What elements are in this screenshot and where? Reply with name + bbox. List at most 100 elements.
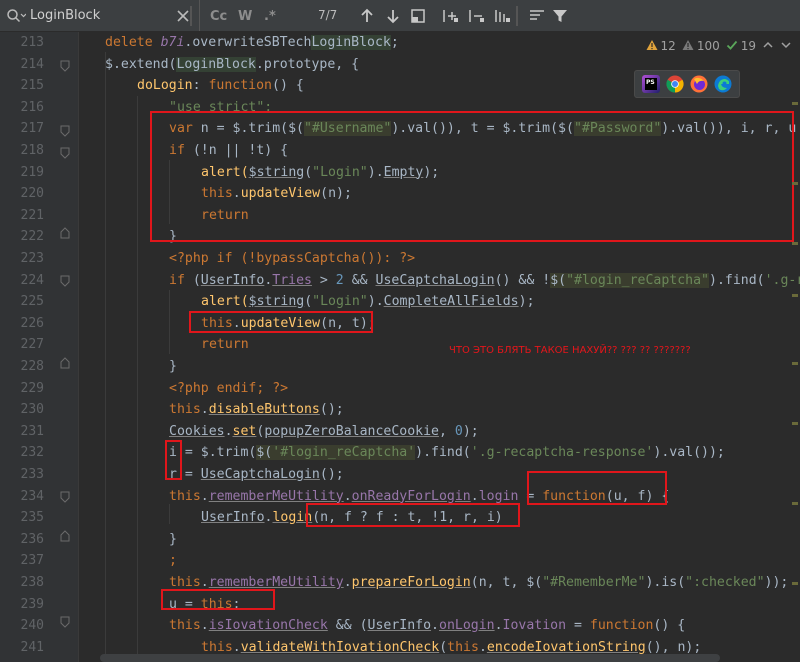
code-token: );	[462, 423, 479, 439]
fold-marker-icon[interactable]	[60, 530, 70, 542]
code-token: "use strict";	[169, 99, 273, 115]
stripe-mark[interactable]	[792, 582, 798, 585]
remove-occurrence-icon[interactable]	[468, 4, 486, 28]
code-token: alert(	[201, 164, 249, 180]
code-token: (), n);	[645, 639, 702, 655]
stripe-mark[interactable]	[792, 422, 798, 425]
fold-marker-icon[interactable]	[60, 275, 70, 287]
code-line-232: i = $.trim($('#login_reCaptcha').find('.…	[169, 442, 725, 464]
typos-indicator[interactable]: 19	[726, 39, 756, 54]
line-number: 228	[20, 359, 44, 374]
add-occurrence-icon[interactable]	[442, 4, 460, 28]
code-token: b7i	[160, 35, 185, 50]
code-token: $string	[248, 294, 305, 310]
code-line-223: <?php if (!bypassCaptcha()): ?>	[169, 248, 415, 270]
code-token: this	[169, 488, 201, 504]
stripe-mark[interactable]	[792, 502, 798, 505]
firefox-icon[interactable]	[690, 75, 708, 93]
code-token: .	[200, 618, 209, 634]
code-token: .	[200, 402, 209, 418]
line-number: 241	[20, 639, 44, 655]
code-line-214: $.extend(LoginBlock.prototype, {	[105, 54, 359, 76]
code-token: this	[201, 315, 233, 331]
code-line-226: this.updateView(n, t);	[201, 313, 376, 335]
code-token: function	[589, 618, 654, 634]
horizontal-scrollbar[interactable]	[100, 654, 720, 662]
fold-marker-icon[interactable]	[60, 616, 70, 628]
filter-settings-icon[interactable]	[528, 4, 546, 28]
next-occurrence-icon[interactable]	[386, 4, 400, 28]
previous-occurrence-icon[interactable]	[360, 4, 374, 28]
code-line-222: }	[169, 226, 177, 248]
code-line-227: return	[201, 334, 249, 356]
code-token: $string	[248, 164, 305, 180]
warnings-indicator[interactable]: 12	[646, 39, 676, 54]
stripe-mark[interactable]	[792, 362, 798, 365]
code-token: $.extend(	[105, 56, 177, 72]
regex-toggle[interactable]: .*	[264, 4, 276, 28]
line-number: 218	[20, 143, 44, 158]
stripe-mark[interactable]	[792, 102, 798, 105]
search-input[interactable]: LoginBlock	[30, 8, 100, 23]
code-token: this	[169, 402, 201, 418]
line-number: 217	[20, 121, 44, 137]
code-token: disableButtons	[208, 402, 320, 418]
fold-marker-icon[interactable]	[60, 491, 70, 503]
code-token: .overwriteSBTech	[184, 35, 312, 50]
line-number: 220	[20, 186, 44, 202]
weak-warnings-count: 100	[696, 39, 720, 53]
code-line-237: ;	[169, 550, 177, 572]
stripe-mark[interactable]	[792, 182, 798, 185]
code-line-239: u = this;	[169, 594, 240, 616]
code-line-220: this.updateView(n);	[201, 183, 352, 205]
code-token: .	[200, 488, 209, 504]
find-bar: LoginBlock Cc W .* 7/7	[0, 0, 800, 32]
stripe-mark[interactable]	[792, 242, 798, 245]
code-token: rememberMeUtility	[208, 488, 344, 504]
edge-icon[interactable]	[714, 75, 732, 93]
phpstorm-icon[interactable]: PS	[642, 75, 660, 93]
code-token: function	[208, 78, 272, 94]
annotation-text: ЧТО ЭТО БЛЯТЬ ТАКОЕ НАХУЙ?? ??? ?? ?????…	[449, 345, 691, 356]
fold-marker-icon[interactable]	[60, 147, 70, 159]
line-number: 222	[20, 229, 44, 245]
match-case-toggle[interactable]: Cc	[210, 4, 227, 28]
code-token: (n, f ? f : t, !1, r, i)	[312, 510, 503, 526]
code-line-235: UserInfo.login(n, f ? f : t, !1, r, i)	[201, 507, 503, 529]
code-token: =	[518, 488, 543, 504]
inspections-widget[interactable]: 12 100 19	[645, 36, 792, 56]
chevron-up-icon[interactable]	[762, 39, 774, 54]
code-editor[interactable]: delete b7i.overwriteSBTechLoginBlock; $.…	[79, 32, 800, 662]
open-in-window-icon[interactable]	[410, 4, 426, 28]
fold-marker-icon[interactable]	[60, 357, 70, 369]
code-token: .	[200, 575, 209, 590]
code-token: ;	[390, 35, 399, 50]
clear-search-icon[interactable]	[176, 4, 190, 28]
select-all-occurrences-icon[interactable]	[494, 4, 512, 28]
words-toggle[interactable]: W	[238, 4, 252, 28]
code-token: .	[431, 618, 439, 634]
code-token: var	[169, 121, 201, 137]
filter-icon[interactable]	[552, 4, 568, 28]
code-token: ).val());	[653, 445, 725, 461]
search-icon[interactable]	[6, 4, 26, 28]
weak-warnings-indicator[interactable]: 100	[682, 39, 720, 54]
chevron-down-icon[interactable]	[780, 39, 792, 54]
code-token: login	[478, 488, 519, 504]
fold-marker-icon[interactable]	[60, 60, 70, 72]
fold-marker-icon[interactable]	[60, 125, 70, 137]
search-field[interactable]: LoginBlock	[0, 0, 200, 31]
stripe-mark[interactable]	[792, 294, 798, 297]
line-number: 226	[20, 315, 44, 331]
code-token: rememberMeUtility	[208, 575, 344, 590]
code-token: (n);	[320, 186, 352, 202]
code-token: this	[169, 575, 201, 590]
line-number: 221	[20, 207, 44, 223]
fold-marker-icon[interactable]	[60, 227, 70, 239]
error-stripe[interactable]	[790, 62, 800, 662]
code-token: updateView	[240, 315, 321, 331]
code-token: alert(	[201, 294, 249, 310]
code-token: );	[423, 164, 440, 180]
chrome-icon[interactable]	[666, 75, 684, 93]
code-token: this	[169, 618, 201, 634]
